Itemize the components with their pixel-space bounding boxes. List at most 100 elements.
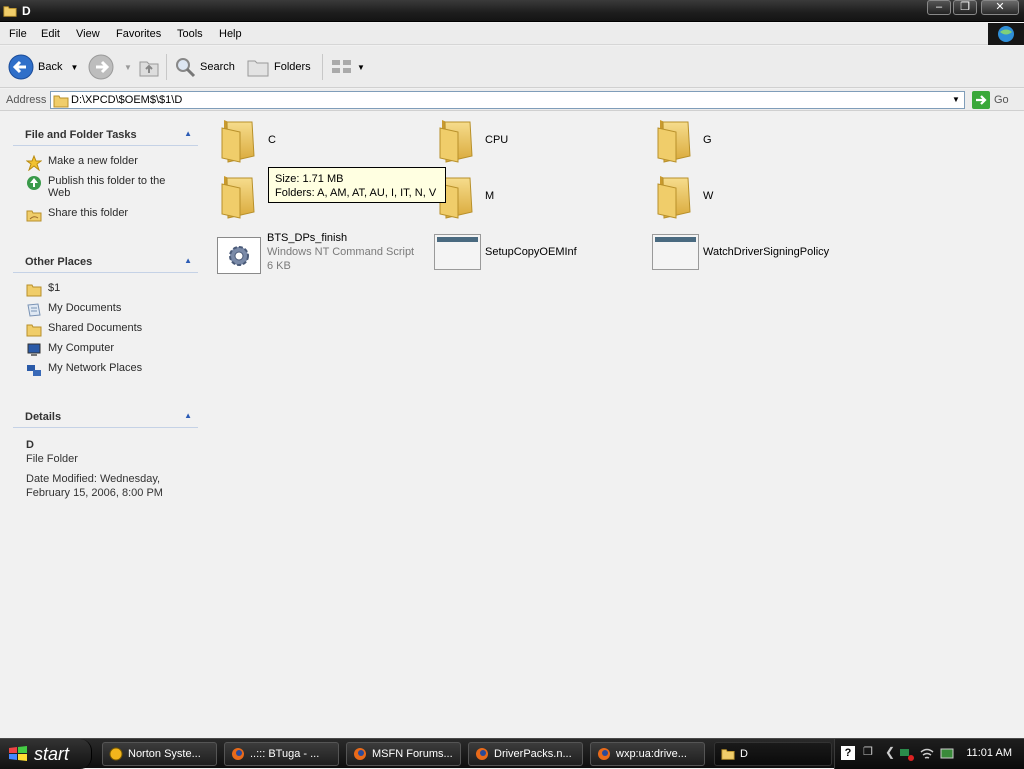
folder-hovered[interactable]: [218, 172, 258, 220]
folder-c[interactable]: [218, 116, 258, 164]
address-bar: Address D:\XPCD\$OEM$\$1\D ▼ Go: [0, 89, 1024, 111]
details-type: File Folder: [26, 453, 78, 465]
show-hidden-icons-chevron-icon[interactable]: ❮: [885, 745, 895, 759]
toolbar-separator: [166, 54, 167, 80]
place-my-network-places[interactable]: My Network Places: [26, 362, 142, 378]
menu-favorites[interactable]: Favorites: [116, 28, 161, 40]
folder-w[interactable]: [654, 172, 694, 220]
place-label: Shared Documents: [48, 322, 143, 334]
file-view: [210, 112, 1024, 736]
task-label: Share this folder: [48, 207, 129, 219]
wireless-signal-icon[interactable]: [919, 746, 935, 762]
address-input[interactable]: D:\XPCD\$OEM$\$1\D ▼: [50, 91, 965, 109]
my-documents-icon: [27, 303, 41, 317]
views-dropdown-icon: ▼: [357, 62, 365, 72]
collapse-chevron-icon[interactable]: ▲: [184, 411, 192, 420]
restore-windows-icon[interactable]: ❐: [863, 745, 873, 758]
folders-label: Folders: [274, 61, 311, 73]
task-pane: File and Folder Tasks ▲ Make a new folde…: [0, 112, 210, 736]
back-button[interactable]: Back ▼: [8, 53, 78, 81]
details-name: D: [26, 439, 34, 451]
folder-tooltip: Size: 1.71 MB Folders: A, AM, AT, AU, I,…: [268, 167, 446, 203]
file-watchdriversigningpolicy[interactable]: [652, 234, 699, 270]
title-bar: D – ❐ ✕: [0, 0, 1024, 22]
task-driverpacks[interactable]: DriverPacks.n...: [468, 742, 583, 766]
up-folder-button[interactable]: [137, 53, 161, 81]
minimize-button[interactable]: –: [927, 0, 951, 15]
folder-icon: [26, 282, 42, 298]
folder-label: C: [268, 134, 276, 146]
place-label: My Network Places: [48, 362, 143, 374]
go-arrow-icon: [972, 91, 990, 109]
other-places-header[interactable]: Other Places ▲: [13, 251, 198, 273]
monitor-icon[interactable]: [939, 746, 955, 762]
views-button[interactable]: ▼: [331, 53, 365, 81]
network-icon[interactable]: [899, 746, 915, 762]
task-label: D: [740, 748, 748, 760]
collapse-chevron-icon[interactable]: ▲: [184, 256, 192, 265]
folder-g[interactable]: [654, 116, 694, 164]
place-label: My Computer: [48, 342, 115, 354]
address-value: D:\XPCD\$OEM$\$1\D: [71, 94, 183, 106]
task-wxp[interactable]: wxp:ua:drive...: [590, 742, 705, 766]
task-explorer-d[interactable]: D: [714, 742, 832, 766]
place-label: My Documents: [48, 302, 122, 314]
share-folder-icon: [26, 210, 42, 222]
task-label: Publish this folder to the Web: [48, 175, 166, 199]
task-label: ..::: BTuga - ...: [250, 748, 320, 760]
collapse-chevron-icon[interactable]: ▲: [184, 129, 192, 138]
firefox-icon: [354, 748, 366, 760]
menu-edit[interactable]: Edit: [41, 28, 60, 40]
taskbar: start Norton Syste... ..::: BTuga - ... …: [0, 738, 1024, 769]
task-share-folder[interactable]: Share this folder: [26, 207, 128, 223]
section-title: File and Folder Tasks: [25, 129, 137, 141]
back-dropdown-icon[interactable]: ▼: [70, 63, 78, 72]
place-shared-documents[interactable]: Shared Documents: [26, 322, 142, 338]
up-folder-icon: [139, 61, 159, 77]
restore-button[interactable]: ❐: [953, 0, 977, 15]
place-dollar-1[interactable]: $1: [26, 282, 60, 298]
folders-button[interactable]: Folders: [246, 53, 311, 81]
script-file-bts[interactable]: [217, 237, 261, 274]
file-name: BTS_DPs_finish: [267, 232, 348, 244]
help-icon[interactable]: ?: [841, 746, 855, 760]
start-label: start: [34, 743, 70, 764]
file-setupcopyoeminf[interactable]: [434, 234, 481, 270]
start-button[interactable]: start: [0, 739, 92, 769]
task-label: wxp:ua:drive...: [616, 748, 687, 760]
gear-icon: [229, 246, 249, 266]
details-header[interactable]: Details ▲: [13, 406, 198, 428]
publish-web-icon: [27, 176, 41, 190]
forward-dropdown-icon[interactable]: ▼: [124, 63, 132, 72]
menu-view[interactable]: View: [76, 28, 100, 40]
task-publish-folder[interactable]: Publish this folder to the Web: [26, 175, 176, 199]
file-folder-tasks-header[interactable]: File and Folder Tasks ▲: [13, 124, 198, 146]
shared-documents-icon: [26, 322, 42, 338]
place-my-computer[interactable]: My Computer: [26, 342, 114, 358]
tooltip-size: Size: 1.71 MB: [275, 173, 344, 185]
search-label: Search: [200, 61, 235, 73]
forward-arrow-icon: [88, 54, 114, 80]
folder-cpu[interactable]: [436, 116, 476, 164]
address-dropdown-icon[interactable]: ▼: [949, 93, 963, 107]
go-button[interactable]: Go: [972, 91, 1009, 109]
forward-button[interactable]: ▼: [88, 53, 132, 81]
task-btuga[interactable]: ..::: BTuga - ...: [224, 742, 339, 766]
section-title: Other Places: [25, 256, 93, 268]
window-titlebar-icon: [655, 237, 696, 242]
menu-help[interactable]: Help: [219, 28, 242, 40]
firefox-icon: [232, 748, 244, 760]
back-arrow-icon: [8, 54, 34, 80]
menu-file[interactable]: File: [9, 28, 27, 40]
search-button[interactable]: Search: [174, 53, 235, 81]
place-label: $1: [48, 282, 61, 294]
task-msfn[interactable]: MSFN Forums...: [346, 742, 461, 766]
place-my-documents[interactable]: My Documents: [26, 302, 121, 318]
task-label: Norton Syste...: [128, 748, 201, 760]
task-norton[interactable]: Norton Syste...: [102, 742, 217, 766]
task-make-new-folder[interactable]: Make a new folder: [26, 155, 138, 171]
menu-tools[interactable]: Tools: [177, 28, 203, 40]
close-button[interactable]: ✕: [981, 0, 1019, 15]
go-label: Go: [994, 94, 1009, 106]
menu-bar: File Edit View Favorites Tools Help: [0, 23, 1024, 45]
